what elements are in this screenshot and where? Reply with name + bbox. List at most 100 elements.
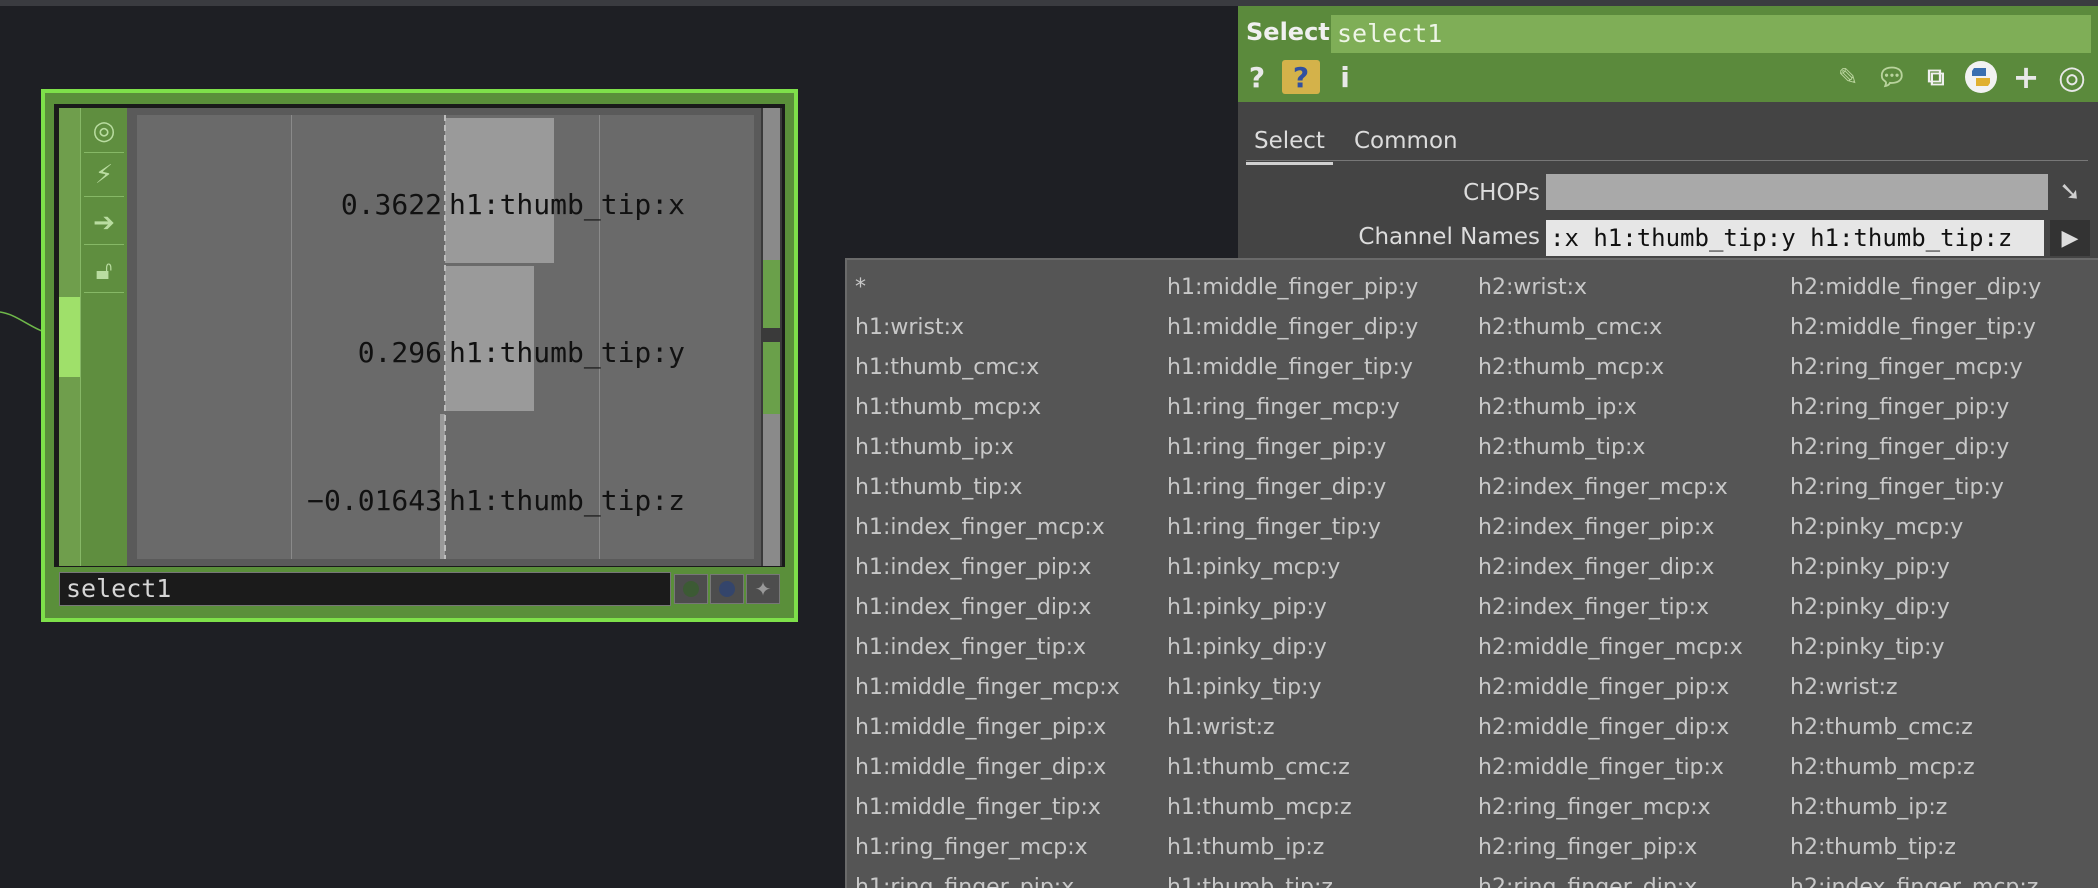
dropdown-item[interactable]: h2:middle_finger_dip:x [1478,708,1743,748]
dropdown-item[interactable]: h2:thumb_mcp:x [1478,348,1743,388]
dropdown-item[interactable]: h1:index_finger_mcp:x [855,508,1120,548]
dropdown-item[interactable]: h2:pinky_mcp:y [1790,508,2041,548]
dropdown-item[interactable]: h2:thumb_ip:z [1790,788,2041,828]
dropdown-item[interactable]: h2:thumb_tip:x [1478,428,1743,468]
dropdown-item[interactable]: h1:pinky_tip:y [1167,668,1418,708]
dropdown-item[interactable]: h2:wrist:x [1478,268,1743,308]
dropdown-item[interactable]: h1:middle_finger_pip:y [1167,268,1418,308]
dropdown-item[interactable]: h2:pinky_dip:y [1790,588,2041,628]
dropdown-item[interactable]: h1:thumb_ip:x [855,428,1120,468]
dropdown-item[interactable]: h2:middle_finger_tip:x [1478,748,1743,788]
dropdown-item[interactable]: h2:middle_finger_mcp:x [1478,628,1743,668]
dropdown-item[interactable]: h1:ring_finger_pip:x [855,868,1120,888]
dropdown-item[interactable]: h2:index_finger_pip:x [1478,508,1743,548]
bypass-flag[interactable] [674,574,708,604]
info-icon[interactable]: i [1332,60,1358,94]
dropdown-item[interactable]: h2:ring_finger_mcp:x [1478,788,1743,828]
dropdown-column: h2:middle_finger_dip:y h2:middle_finger_t… [1790,268,2041,888]
dropdown-item[interactable]: h2:index_finger_mcp:x [1478,468,1743,508]
dropdown-item[interactable]: h1:middle_finger_tip:y [1167,348,1418,388]
dropdown-item[interactable]: h2:pinky_tip:y [1790,628,2041,668]
dropdown-item[interactable]: h2:middle_finger_pip:x [1478,668,1743,708]
dropdown-item[interactable]: h1:thumb_cmc:x [855,348,1120,388]
dropdown-item[interactable]: h1:wrist:z [1167,708,1418,748]
channel-names-field[interactable]: :x h1:thumb_tip:y h1:thumb_tip:z [1546,220,2044,256]
dropdown-item[interactable]: h1:thumb_ip:z [1167,828,1418,868]
dropdown-item[interactable]: h1:ring_finger_mcp:x [855,828,1120,868]
dropdown-item[interactable]: h2:wrist:z [1790,668,2041,708]
dropdown-item[interactable]: h2:thumb_mcp:z [1790,748,2041,788]
dropdown-item[interactable]: h2:ring_finger_dip:y [1790,428,2041,468]
dropdown-item[interactable]: h1:middle_finger_mcp:x [855,668,1120,708]
dropdown-item[interactable]: h2:thumb_cmc:x [1478,308,1743,348]
clone-icon[interactable]: ⧉ [1918,60,1954,94]
dropdown-item[interactable]: h1:ring_finger_mcp:y [1167,388,1418,428]
dropdown-item[interactable]: h1:ring_finger_tip:y [1167,508,1418,548]
pencil-icon[interactable]: ✎ [1832,60,1864,94]
dropdown-item[interactable]: h2:middle_finger_tip:y [1790,308,2041,348]
dropdown-item[interactable]: h1:pinky_pip:y [1167,588,1418,628]
lock-icon[interactable]: 🔓︎ [84,250,124,293]
dropdown-column: h2:wrist:x h2:thumb_cmc:x h2:thumb_mcp:x h2… [1478,268,1743,888]
dropdown-item[interactable]: h1:middle_finger_dip:x [855,748,1120,788]
node-name-label[interactable]: select1 [59,572,671,606]
export-arrow-icon[interactable]: ➔ [84,202,124,245]
dropdown-item[interactable]: h1:middle_finger_tip:x [855,788,1120,828]
dropdown-item[interactable]: h1:index_finger_tip:x [855,628,1120,668]
channel-name: h1:thumb_tip:x [449,188,686,221]
dropdown-item[interactable]: h2:index_finger_dip:x [1478,548,1743,588]
dropdown-item[interactable]: h1:index_finger_pip:x [855,548,1120,588]
channel-menu-button[interactable]: ▶ [2050,220,2090,256]
node-input-connector[interactable] [59,297,80,377]
dropdown-item[interactable]: h2:ring_finger_dip:x [1478,868,1743,888]
viewer-flag[interactable]: ✦ [746,574,780,604]
channel-value: −0.01643 [307,484,442,517]
crosshair-icon: ✦ [754,577,772,601]
help-icon[interactable]: ? [1244,60,1270,94]
dropdown-item[interactable]: h1:index_finger_dip:x [855,588,1120,628]
dropdown-item[interactable]: h1:middle_finger_dip:y [1167,308,1418,348]
dropdown-item[interactable]: h2:index_finger_mcp:z [1790,868,2041,888]
chops-field[interactable] [1546,174,2048,210]
dropdown-item[interactable]: h1:thumb_cmc:z [1167,748,1418,788]
channel-value: 0.3622 [340,188,442,221]
dropdown-item[interactable]: * [855,268,1120,308]
drop-arrow-icon[interactable]: ➘ [2050,174,2090,210]
target-icon[interactable]: ◎ [2052,58,2092,96]
display-flag[interactable] [710,574,744,604]
dropdown-item[interactable]: h2:thumb_cmc:z [1790,708,2041,748]
dropdown-item[interactable]: h1:middle_finger_pip:x [855,708,1120,748]
dropdown-item[interactable]: h1:pinky_mcp:y [1167,548,1418,588]
channel-names-label: Channel Names [1358,224,1540,250]
python-help-icon[interactable]: ? [1282,60,1320,94]
tab-divider [1246,160,2088,161]
dropdown-item[interactable]: h2:thumb_tip:z [1790,828,2041,868]
cook-icon[interactable]: ⚡ [84,154,124,197]
node-output-connector[interactable] [763,260,780,328]
dropdown-item[interactable]: h2:thumb_ip:x [1478,388,1743,428]
dropdown-item[interactable]: h1:pinky_dip:y [1167,628,1418,668]
tab-common[interactable]: Common [1346,124,1466,162]
tab-select[interactable]: Select [1246,124,1333,165]
dropdown-item[interactable]: h2:ring_finger_mcp:y [1790,348,2041,388]
operator-name-input[interactable]: select1 [1331,15,2091,53]
dropdown-item[interactable]: h1:ring_finger_pip:y [1167,428,1418,468]
dropdown-item[interactable]: h1:thumb_mcp:z [1167,788,1418,828]
dropdown-item[interactable]: h2:pinky_pip:y [1790,548,2041,588]
dropdown-item[interactable]: h1:ring_finger_dip:y [1167,468,1418,508]
dropdown-item[interactable]: h2:ring_finger_tip:y [1790,468,2041,508]
dropdown-item[interactable]: h2:ring_finger_pip:y [1790,388,2041,428]
dropdown-item[interactable]: h2:index_finger_tip:x [1478,588,1743,628]
viewer-toggle-icon[interactable]: ◎ [84,110,124,153]
comment-icon[interactable]: 💬︎ [1874,60,1910,94]
zero-line [444,115,446,559]
dropdown-item[interactable]: h1:thumb_tip:z [1167,868,1418,888]
dropdown-item[interactable]: h1:wrist:x [855,308,1120,348]
dropdown-item[interactable]: h2:ring_finger_pip:x [1478,828,1743,868]
add-icon[interactable]: + [2008,58,2044,96]
python-icon[interactable] [1962,60,2000,94]
dropdown-item[interactable]: h1:thumb_mcp:x [855,388,1120,428]
node-output-connector[interactable] [763,342,780,414]
dropdown-item[interactable]: h2:middle_finger_dip:y [1790,268,2041,308]
dropdown-item[interactable]: h1:thumb_tip:x [855,468,1120,508]
